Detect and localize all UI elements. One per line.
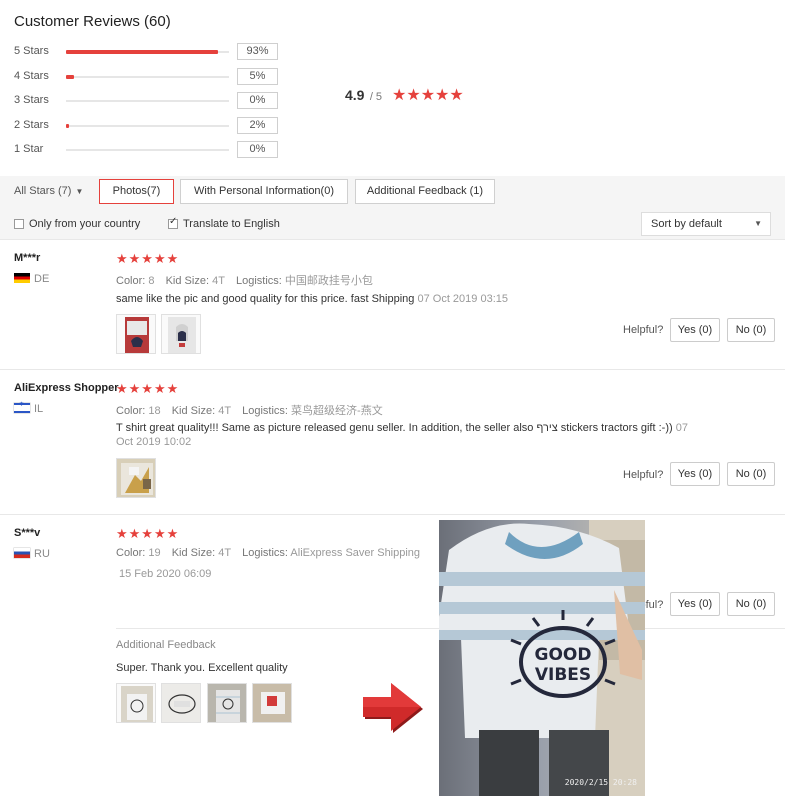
chevron-down-icon: ▼ xyxy=(75,187,84,196)
helpful-yes-button[interactable]: Yes (0) xyxy=(670,592,720,616)
review-item: AliExpress Shopper IL ★★★★★ Color: 18 Ki… xyxy=(0,370,785,515)
average-out-of: / 5 xyxy=(369,91,383,103)
star-icon: ★★★★★ xyxy=(392,87,464,104)
rating-bar xyxy=(66,124,229,128)
helpful-no-button[interactable]: No (0) xyxy=(727,318,775,342)
review-date: 15 Feb 2020 06:09 xyxy=(119,568,212,580)
review-photo-thumb[interactable] xyxy=(161,314,202,354)
rating-bar xyxy=(66,50,229,54)
rating-label: 5 Stars xyxy=(14,45,49,57)
additional-photo-thumb[interactable] xyxy=(206,683,247,723)
review-stars: ★★★★★ xyxy=(116,251,180,266)
additional-photo-thumb[interactable] xyxy=(252,683,293,723)
all-stars-label: All Stars (7) xyxy=(14,185,72,197)
review-item: M***r DE ★★★★★ Color: 8 Kid Size: 4T Log… xyxy=(0,240,785,370)
review-photo-thumb[interactable] xyxy=(116,314,156,354)
red-arrow-icon xyxy=(363,683,427,738)
rating-row-2: 2 Stars 2% xyxy=(14,117,284,135)
personal-info-filter-button[interactable]: With Personal Information(0) xyxy=(180,179,348,204)
rating-bar xyxy=(66,100,229,102)
additional-photo-thumb[interactable] xyxy=(161,683,202,723)
rating-percent: 93% xyxy=(237,43,278,60)
reviewer-name: S***v xyxy=(14,527,41,539)
review-date-line: 15 Feb 2020 06:09 xyxy=(119,567,211,581)
rating-percent: 5% xyxy=(237,68,278,85)
filter-bar: All Stars (7) ▼ Photos(7) With Personal I… xyxy=(0,176,785,208)
photos-filter-button[interactable]: Photos(7) xyxy=(99,179,174,204)
additional-feedback-title: Additional Feedback xyxy=(116,639,216,651)
flag-germany-icon xyxy=(14,273,30,283)
all-stars-dropdown[interactable]: All Stars (7) ▼ xyxy=(14,185,83,197)
additional-feedback-filter-button[interactable]: Additional Feedback (1) xyxy=(355,179,495,204)
additional-feedback-text: Super. Thank you. Excellent quality xyxy=(116,662,288,674)
review-attributes: Color: 8 Kid Size: 4T Logistics: 中国邮政挂号小… xyxy=(116,275,373,287)
review-date: 07 Oct 2019 03:15 xyxy=(417,293,508,305)
review-item: S***v RU ★★★★★ Color: 19 Kid Size: 4T Lo… xyxy=(0,515,785,800)
review-text: T shirt great quality!!! Same as picture… xyxy=(116,422,688,448)
rating-bar xyxy=(66,149,229,151)
svg-text:GOOD: GOOD xyxy=(535,645,592,665)
reviewer-country: IL xyxy=(14,401,43,415)
review-photos xyxy=(116,314,203,354)
review-attributes: Color: 19 Kid Size: 4T Logistics: AliExp… xyxy=(116,547,421,559)
rating-row-4: 4 Stars 5% xyxy=(14,68,284,86)
translate-checkbox[interactable] xyxy=(168,216,178,229)
reviewer-name: AliExpress Shopper xyxy=(14,382,119,394)
photo-timestamp: 2020/2/15 20:28 xyxy=(564,778,637,787)
helpful-no-button[interactable]: No (0) xyxy=(727,592,775,616)
sort-select[interactable]: Sort by default ▼ xyxy=(641,212,771,236)
rating-label: 2 Stars xyxy=(14,119,49,131)
rating-percent: 0% xyxy=(237,92,278,109)
rating-row-3: 3 Stars 0% xyxy=(14,92,284,110)
review-text: same like the pic and good quality for t… xyxy=(116,293,508,305)
flag-israel-icon xyxy=(14,401,30,413)
svg-text:VIBES: VIBES xyxy=(535,665,591,685)
only-country-checkbox[interactable] xyxy=(14,219,24,229)
helpful-label: Helpful? xyxy=(623,324,664,336)
rating-row-5: 5 Stars 93% xyxy=(14,43,284,61)
helpful-label: Helpful? xyxy=(623,469,664,481)
average-score: 4.9 xyxy=(345,87,365,103)
rating-label: 1 Star xyxy=(14,143,44,155)
average-rating: 4.9 / 5 xyxy=(345,87,382,103)
flag-russia-icon xyxy=(14,548,30,558)
review-attributes: Color: 18 Kid Size: 4T Logistics: 菜鸟超级经济… xyxy=(116,405,383,417)
rating-row-1: 1 Star 0% xyxy=(14,141,284,159)
helpful-yes-button[interactable]: Yes (0) xyxy=(670,462,720,486)
review-stars: ★★★★★ xyxy=(116,381,180,396)
review-photos xyxy=(116,458,158,498)
sort-label: Sort by default xyxy=(651,218,722,230)
chevron-down-icon: ▼ xyxy=(754,219,762,228)
options-bar: Only from your country Translate to Engl… xyxy=(0,208,785,240)
only-country-label[interactable]: Only from your country xyxy=(29,218,140,230)
rating-percent: 2% xyxy=(237,117,278,134)
additional-photo-thumb[interactable] xyxy=(116,683,156,723)
enlarged-review-photo[interactable]: GOOD VIBES 2020/2/15 20:28 xyxy=(439,520,645,796)
helpful-yes-button[interactable]: Yes (0) xyxy=(670,318,720,342)
additional-feedback-photos xyxy=(116,683,294,723)
helpful-no-button[interactable]: No (0) xyxy=(727,462,775,486)
translate-label[interactable]: Translate to English xyxy=(183,218,280,230)
reviews-title: Customer Reviews (60) xyxy=(14,13,171,30)
average-stars: ★★★★★ xyxy=(392,85,464,105)
review-photo-thumb[interactable] xyxy=(116,458,156,498)
review-date: Oct 2019 10:02 xyxy=(116,436,192,448)
review-stars: ★★★★★ xyxy=(116,526,180,541)
reviewer-name: M***r xyxy=(14,252,41,264)
rating-label: 4 Stars xyxy=(14,70,49,82)
rating-label: 3 Stars xyxy=(14,94,49,106)
rating-bar xyxy=(66,75,229,79)
reviewer-country: DE xyxy=(14,273,49,285)
rating-percent: 0% xyxy=(237,141,278,158)
review-date: 07 xyxy=(675,422,688,434)
reviewer-country: RU xyxy=(14,548,50,560)
